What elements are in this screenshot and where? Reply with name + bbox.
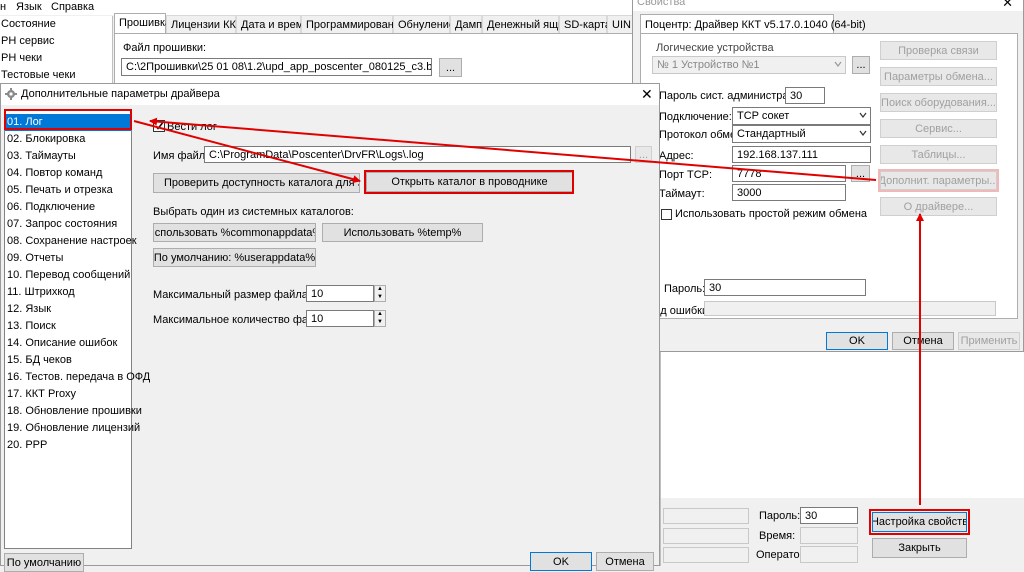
- arrow-extra-to-log: [149, 117, 877, 181]
- arrow-log-to-open-folder: [133, 120, 361, 184]
- annotation-arrows: [133, 117, 924, 505]
